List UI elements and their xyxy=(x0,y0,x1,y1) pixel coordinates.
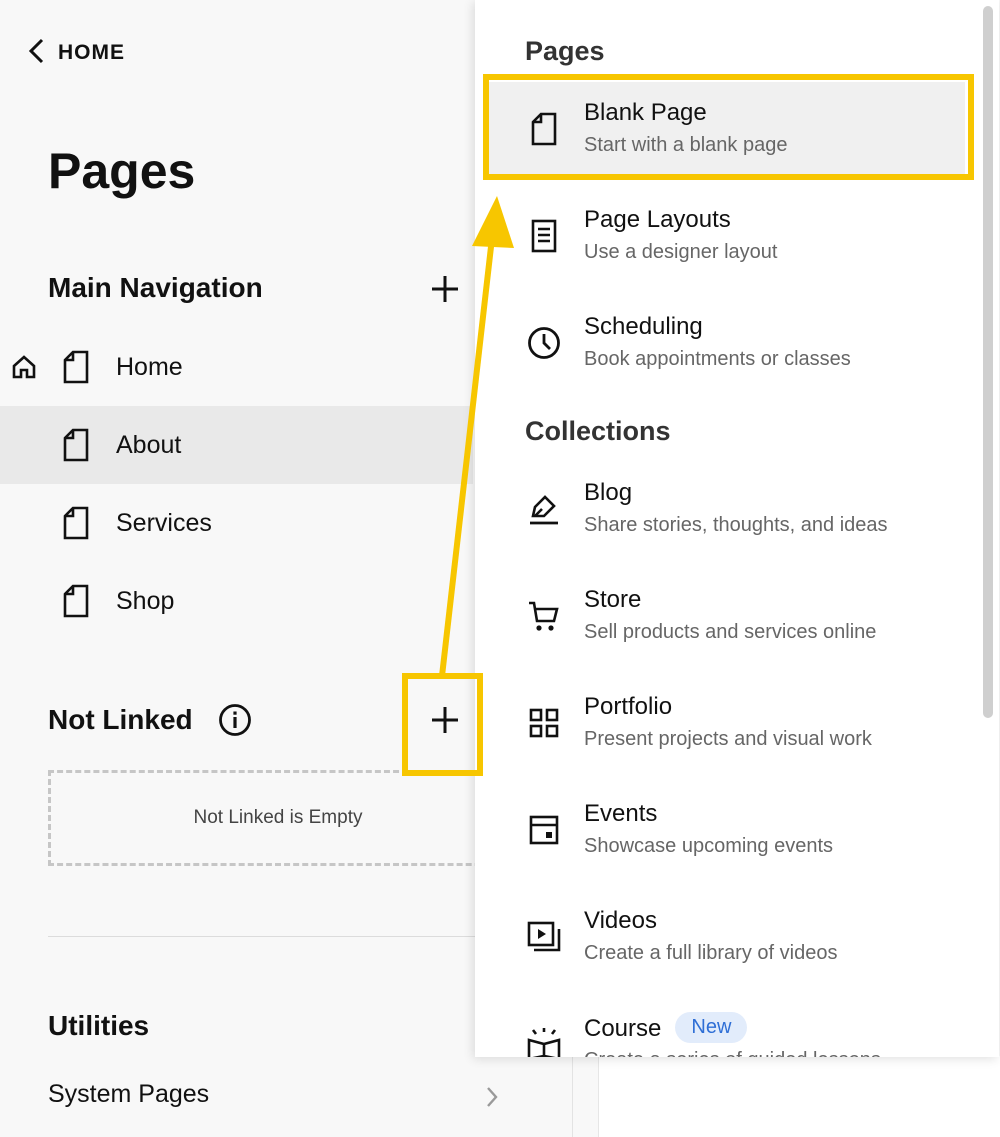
menu-item-events[interactable]: Events Showcase upcoming events xyxy=(485,783,965,879)
not-linked-empty-dropzone: Not Linked is Empty xyxy=(48,770,508,866)
nav-item-label: About xyxy=(116,430,182,459)
info-icon[interactable] xyxy=(218,703,252,742)
divider xyxy=(48,936,488,937)
empty-message: Not Linked is Empty xyxy=(193,807,363,828)
not-linked-heading: Not Linked xyxy=(48,704,193,735)
menu-item-name: Blank Page xyxy=(584,99,707,126)
system-pages-link[interactable]: System Pages xyxy=(48,1080,209,1109)
nav-item-label: Shop xyxy=(116,586,175,615)
back-to-home-link[interactable]: HOME xyxy=(28,38,125,68)
nav-item-label: Services xyxy=(116,508,212,537)
preview-canvas xyxy=(598,1056,1000,1137)
add-page-menu: Pages Blank Page Start with a blank page… xyxy=(475,0,999,1057)
plus-icon xyxy=(432,707,458,733)
homepage-icon xyxy=(11,354,37,385)
nav-item-shop[interactable]: Shop xyxy=(0,562,473,640)
page-icon xyxy=(62,350,90,389)
menu-item-name: Videos xyxy=(584,907,657,934)
pen-icon xyxy=(525,490,563,528)
page-icon xyxy=(62,584,90,623)
plus-icon xyxy=(432,276,458,302)
menu-item-desc: Use a designer layout xyxy=(584,241,778,263)
cart-icon xyxy=(525,597,563,635)
menu-item-name: Page Layouts xyxy=(584,206,731,233)
book-icon xyxy=(525,1025,563,1057)
menu-item-store[interactable]: Store Sell products and services online xyxy=(485,569,965,665)
page-icon xyxy=(62,428,90,467)
video-icon xyxy=(525,918,563,956)
pages-section-heading: Pages xyxy=(525,36,605,66)
add-main-navigation-button[interactable] xyxy=(428,272,462,306)
back-label: HOME xyxy=(58,41,125,64)
calendar-icon xyxy=(525,811,563,849)
menu-item-desc: Present projects and visual work xyxy=(584,728,872,750)
menu-item-course[interactable]: Course New Create a series of guided less… xyxy=(485,997,965,1057)
blank-page-icon xyxy=(525,110,563,148)
menu-item-blog[interactable]: Blog Share stories, thoughts, and ideas xyxy=(485,462,965,558)
menu-scrollbar[interactable] xyxy=(983,6,993,718)
menu-item-portfolio[interactable]: Portfolio Present projects and visual wo… xyxy=(485,676,965,772)
nav-item-home[interactable]: Home xyxy=(0,328,473,406)
menu-item-name: Course New xyxy=(584,1012,748,1045)
utilities-heading: Utilities xyxy=(48,1010,150,1041)
nav-item-about[interactable]: About xyxy=(0,406,473,484)
menu-item-page-layouts[interactable]: Page Layouts Use a designer layout xyxy=(485,189,965,285)
menu-item-name: Portfolio xyxy=(584,693,673,720)
main-navigation-heading: Main Navigation xyxy=(48,272,263,303)
page-title: Pages xyxy=(48,143,196,199)
menu-item-desc: Create a full library of videos xyxy=(584,942,838,964)
menu-item-videos[interactable]: Videos Create a full library of videos xyxy=(485,890,965,986)
menu-item-name: Blog xyxy=(584,479,633,506)
menu-item-desc: Share stories, thoughts, and ideas xyxy=(584,514,888,536)
menu-item-desc: Start with a blank page xyxy=(584,134,788,156)
nav-item-label: Home xyxy=(116,352,183,381)
menu-item-desc: Create a series of guided lessons xyxy=(584,1049,881,1057)
grid-icon xyxy=(525,704,563,742)
menu-item-desc: Book appointments or classes xyxy=(584,348,851,370)
chevron-right-icon xyxy=(484,1085,500,1114)
add-not-linked-button[interactable] xyxy=(428,703,462,737)
menu-item-name: Scheduling xyxy=(584,313,703,340)
menu-item-blank-page[interactable]: Blank Page Start with a blank page xyxy=(485,82,965,178)
menu-item-name-text: Course xyxy=(584,1014,662,1042)
menu-item-name: Events xyxy=(584,800,658,827)
menu-item-scheduling[interactable]: Scheduling Book appointments or classes xyxy=(485,296,965,392)
layout-icon xyxy=(525,217,563,255)
menu-item-desc: Sell products and services online xyxy=(584,621,877,643)
page-icon xyxy=(62,506,90,545)
nav-item-services[interactable]: Services xyxy=(0,484,473,562)
menu-item-desc: Showcase upcoming events xyxy=(584,835,834,857)
clock-icon xyxy=(525,324,563,362)
chevron-left-icon xyxy=(28,38,46,69)
collections-section-heading: Collections xyxy=(525,416,671,446)
menu-item-name: Store xyxy=(584,586,642,613)
new-badge: New xyxy=(675,1012,748,1043)
